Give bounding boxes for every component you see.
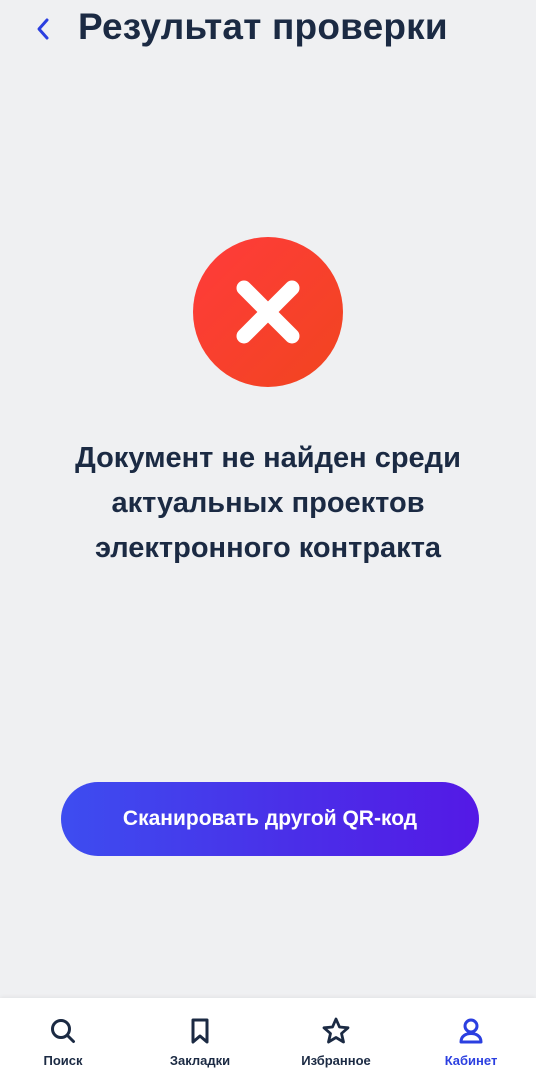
tab-bookmarks[interactable]: Закладки — [145, 998, 255, 1073]
star-icon — [322, 1017, 350, 1044]
tab-label: Избранное — [301, 1053, 371, 1068]
header: Результат проверки — [0, 0, 536, 64]
tab-search[interactable]: Поиск — [8, 998, 118, 1073]
tab-favorites[interactable]: Избранное — [281, 998, 391, 1073]
search-icon — [51, 1019, 75, 1043]
tab-cabinet[interactable]: Кабинет — [416, 998, 526, 1073]
chevron-left-icon — [37, 18, 49, 40]
scan-another-qr-button[interactable]: Сканировать другой QR-код — [61, 782, 479, 856]
close-icon — [236, 280, 300, 344]
bottom-tab-bar: Поиск Закладки Избранное Кабинет — [0, 998, 536, 1073]
tab-label: Кабинет — [444, 1053, 498, 1068]
back-button[interactable] — [28, 12, 58, 46]
error-status-badge — [193, 237, 343, 387]
bookmark-icon — [191, 1018, 209, 1044]
tab-label: Закладки — [169, 1053, 231, 1068]
tab-label: Поиск — [43, 1053, 83, 1068]
result-message-line: актуальных проектов — [111, 487, 425, 519]
result-message: Документ не найден среди актуальных прое… — [20, 436, 516, 571]
user-icon — [459, 1018, 483, 1044]
result-message-line: электронного контракта — [94, 532, 442, 564]
page-title: Результат проверки — [78, 6, 448, 47]
result-message-line: Документ не найден среди — [75, 442, 461, 474]
